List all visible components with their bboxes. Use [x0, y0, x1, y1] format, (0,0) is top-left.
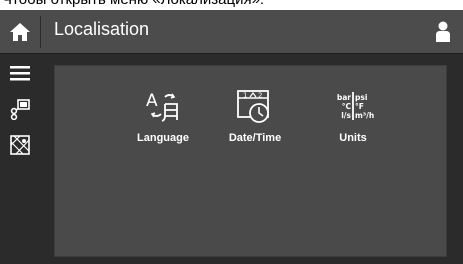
device-screen: Localisation A Language 1 2 Date/Time ba…	[0, 10, 463, 264]
sidebar-item-map[interactable]	[4, 130, 36, 160]
svg-text:°C: °C	[342, 102, 352, 111]
page-title: Localisation	[54, 19, 150, 39]
svg-text:bar: bar	[337, 93, 351, 102]
title-bar: Localisation	[0, 10, 463, 54]
calendar-clock-icon: 1 2	[233, 84, 277, 128]
tile-units[interactable]: bar °C l/s psi °F m³/h Units	[313, 84, 393, 156]
svg-text:1: 1	[243, 92, 247, 100]
svg-text:°F: °F	[355, 102, 364, 111]
language-icon: A	[141, 84, 185, 128]
user-icon	[436, 21, 450, 42]
home-button[interactable]	[0, 10, 40, 54]
title-separator	[40, 16, 41, 48]
units-icon: bar °C l/s psi °F m³/h	[331, 84, 375, 128]
caption-text: Чтобы открыть меню «Локализация»:	[2, 0, 264, 8]
svg-text:l/s: l/s	[341, 111, 351, 120]
tile-language-label: Language	[137, 132, 189, 144]
tile-units-label: Units	[339, 132, 367, 144]
svg-text:A: A	[146, 91, 158, 111]
tile-datetime[interactable]: 1 2 Date/Time	[215, 84, 295, 156]
sidebar	[0, 54, 40, 264]
svg-text:psi: psi	[355, 93, 367, 102]
caption-strip: Чтобы открыть меню «Локализация»:	[0, 0, 463, 10]
device-link-icon	[10, 99, 30, 120]
sidebar-item-menu[interactable]	[4, 58, 36, 88]
home-icon	[10, 23, 30, 41]
tile-language[interactable]: A Language	[123, 84, 203, 156]
map-icon	[10, 135, 30, 155]
svg-text:2: 2	[258, 92, 262, 100]
menu-icon	[10, 66, 30, 81]
sidebar-item-device[interactable]	[4, 94, 36, 124]
settings-panel: A Language 1 2 Date/Time bar °C l/s psi …	[54, 65, 447, 257]
tile-datetime-label: Date/Time	[228, 132, 282, 144]
svg-text:m³/h: m³/h	[355, 111, 374, 120]
user-button[interactable]	[429, 18, 457, 46]
